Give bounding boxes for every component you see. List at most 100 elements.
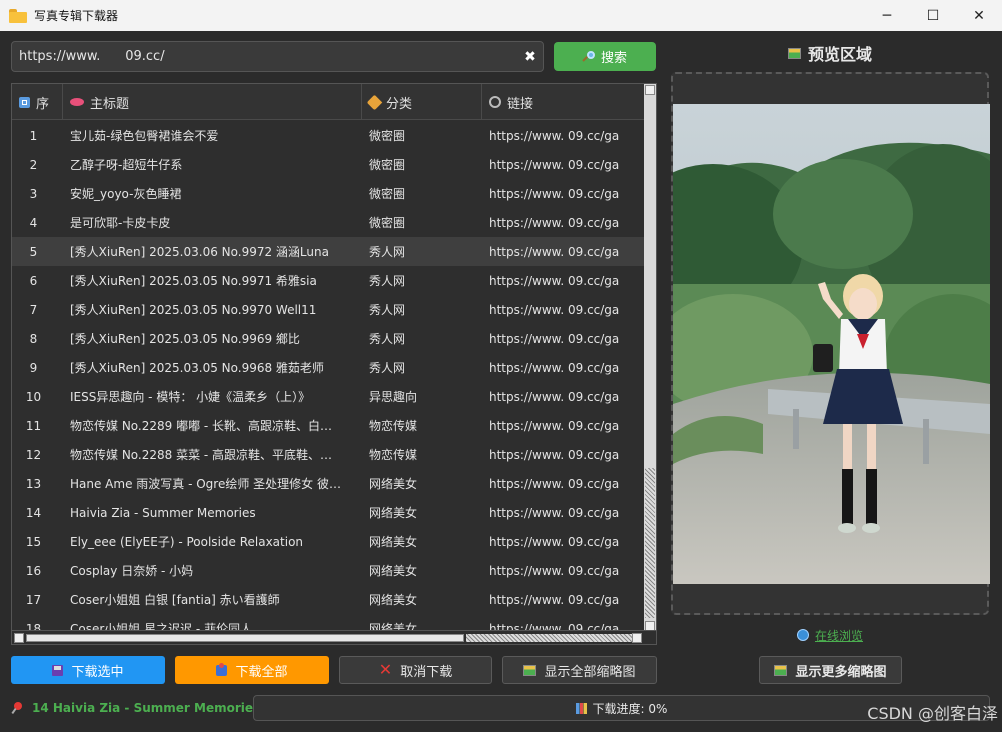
maximize-button[interactable]: ☐ [910, 0, 956, 31]
row-category: 网络美女 [369, 535, 418, 549]
picture-icon [787, 47, 801, 59]
row-title: Coser小姐姐 白银 [fantia] 赤い看護師 [70, 593, 280, 607]
table-row[interactable]: 15 Ely_eee (ElyEE子) - Poolside Relaxation… [12, 527, 644, 556]
table-body: 1 宝儿茹-绿色包臀裙谁会不爱 微密圈 https://www. 09.cc/ga 2 乙… [12, 121, 644, 631]
row-category: 网络美女 [369, 506, 418, 520]
column-header-title[interactable]: 主标题 [63, 84, 362, 120]
horizontal-scrollbar[interactable] [12, 630, 656, 644]
row-category: 网络美女 [369, 593, 418, 607]
vertical-scroll-thumb[interactable] [645, 468, 655, 618]
row-number: 1 [29, 128, 38, 143]
cancel-download-button[interactable]: ✕ 取消下载 [339, 656, 492, 684]
cross-icon: ✕ [378, 660, 393, 679]
table-row[interactable]: 17 Coser小姐姐 白银 [fantia] 赤い看護師 网络美女 https://… [12, 585, 644, 614]
row-link: https://www. 09.cc/ga [489, 418, 620, 433]
table-row[interactable]: 5 [秀人XiuRen] 2025.03.06 No.9972 涵涵Luna 秀人网… [12, 237, 644, 266]
preview-title: 预览区域 [671, 40, 989, 66]
link-icon [489, 96, 501, 108]
horizontal-scroll-thumb[interactable] [26, 634, 464, 642]
table-row[interactable]: 6 [秀人XiuRen] 2025.03.05 No.9971 希雅sia 秀人网 h… [12, 266, 644, 295]
minimize-button[interactable]: ─ [864, 0, 910, 31]
row-link: https://www. 09.cc/ga [489, 447, 620, 462]
row-number: 8 [29, 331, 38, 346]
row-link: https://www. 09.cc/ga [489, 186, 620, 201]
row-title: [秀人XiuRen] 2025.03.06 No.9972 涵涵Luna [70, 245, 329, 259]
show-all-thumbnails-button[interactable]: 显示全部缩略图 [502, 656, 657, 684]
window-controls: ─ ☐ ✕ [864, 0, 1002, 31]
row-title: 乙醇子呀-超短牛仔系 [70, 158, 183, 172]
row-category: 秀人网 [369, 332, 406, 346]
picture-icon [774, 664, 788, 676]
row-link: https://www. 09.cc/ga [489, 302, 620, 317]
table-row[interactable]: 7 [秀人XiuRen] 2025.03.05 No.9970 Well11 秀人网… [12, 295, 644, 324]
row-category: 网络美女 [369, 564, 418, 578]
row-category: 微密圈 [369, 129, 406, 143]
table-row[interactable]: 3 安妮_yoyo-灰色睡裙 微密圈 https://www. 09.cc/ga [12, 179, 644, 208]
table-row[interactable]: 1 宝儿茹-绿色包臀裙谁会不爱 微密圈 https://www. 09.cc/ga [12, 121, 644, 150]
row-link: https://www. 09.cc/ga [489, 476, 620, 491]
floppy-icon [52, 664, 64, 676]
scroll-up-arrow-icon[interactable] [645, 85, 655, 95]
column-header-link[interactable]: 链接 [482, 84, 644, 120]
row-number: 3 [29, 186, 38, 201]
table-row[interactable]: 11 物恋传媒 No.2289 嘟嘟 - 长靴、高跟凉鞋、白… 物恋传媒 https:… [12, 411, 644, 440]
row-number: 15 [25, 534, 42, 549]
table-row[interactable]: 14 Haivia Zia - Summer Memories 网络美女 https:… [12, 498, 644, 527]
row-category: 异思趣向 [369, 390, 418, 404]
table-row[interactable]: 18 Coser小姐姐 星之迟迟 - 菲伦同人 网络美女 https://www. 0… [12, 614, 644, 632]
picture-icon [523, 664, 537, 676]
row-category: 微密圈 [369, 216, 406, 230]
column-header-number[interactable]: 序 [12, 84, 63, 120]
column-header-category[interactable]: 分类 [362, 84, 482, 120]
row-link: https://www. 09.cc/ga [489, 563, 620, 578]
close-button[interactable]: ✕ [956, 0, 1002, 31]
row-number: 12 [25, 447, 42, 462]
globe-icon [796, 629, 809, 641]
row-title: Hane Ame 雨波写真 - Ogre绘师 圣处理修女 彼… [70, 477, 341, 491]
row-link: https://www. 09.cc/ga [489, 331, 620, 346]
vertical-scrollbar[interactable] [644, 84, 656, 632]
lips-icon [70, 98, 84, 106]
table-header: 序 主标题 分类 链接 [12, 84, 644, 120]
download-all-label: 下载全部 [235, 664, 288, 680]
row-category: 微密圈 [369, 158, 406, 172]
table-row[interactable]: 9 [秀人XiuRen] 2025.03.05 No.9968 雅茹老师 秀人网 ht… [12, 353, 644, 382]
table-row[interactable]: 4 是可欣耶-卡皮卡皮 微密圈 https://www. 09.cc/ga [12, 208, 644, 237]
show-all-thumbnails-label: 显示全部缩略图 [544, 664, 636, 680]
row-title: 物恋传媒 No.2288 菜菜 - 高跟凉鞋、平底鞋、… [70, 448, 333, 462]
row-category: 秀人网 [369, 245, 406, 259]
column-label: 序 [36, 96, 50, 112]
row-title: 物恋传媒 No.2289 嘟嘟 - 长靴、高跟凉鞋、白… [70, 419, 333, 433]
download-selected-button[interactable]: 下载选中 [11, 656, 165, 684]
table-row[interactable]: 16 Cosplay 日奈娇 - 小妈 网络美女 https://www. 09.cc… [12, 556, 644, 585]
preview-image[interactable] [673, 104, 990, 584]
download-selected-label: 下载选中 [71, 664, 124, 680]
progress-text: 下载进度: 0% [592, 701, 668, 716]
url-input[interactable] [12, 49, 517, 64]
clear-icon[interactable]: ✖ [517, 49, 543, 65]
show-more-thumbnails-button[interactable]: 显示更多缩略图 [759, 656, 902, 684]
horizontal-scroll-track[interactable] [466, 634, 632, 642]
row-category: 秀人网 [369, 303, 406, 317]
row-category: 微密圈 [369, 187, 406, 201]
scroll-left-arrow-icon[interactable] [14, 633, 24, 643]
album-table: 序 主标题 分类 链接 1 宝儿茹-绿色包臀裙谁会不爱 微密圈 https://www… [11, 83, 657, 645]
title-bar: 写真专辑下载器 ─ ☐ ✕ [0, 0, 1002, 31]
row-category: 秀人网 [369, 361, 406, 375]
online-browse-link[interactable]: 在线浏览 [671, 626, 989, 644]
download-all-button[interactable]: 下载全部 [175, 656, 329, 684]
row-category: 物恋传媒 [369, 419, 418, 433]
row-number: 11 [25, 418, 42, 433]
current-item-text: 14 Haivia Zia - Summer Memories [32, 701, 261, 715]
search-button[interactable]: 搜索 [554, 42, 656, 71]
scroll-right-arrow-icon[interactable] [632, 633, 642, 643]
row-link: https://www. 09.cc/ga [489, 360, 620, 375]
table-row[interactable]: 12 物恋传媒 No.2288 菜菜 - 高跟凉鞋、平底鞋、… 物恋传媒 https:… [12, 440, 644, 469]
table-row[interactable]: 10 IESS异思趣向 - 模特： 小婕《温柔乡（上）》 异思趣向 https://w… [12, 382, 644, 411]
search-button-label: 搜索 [600, 51, 627, 66]
row-category: 网络美女 [369, 477, 418, 491]
row-number: 7 [29, 302, 38, 317]
table-row[interactable]: 8 [秀人XiuRen] 2025.03.05 No.9969 鄉比 秀人网 http… [12, 324, 644, 353]
table-row[interactable]: 2 乙醇子呀-超短牛仔系 微密圈 https://www. 09.cc/ga [12, 150, 644, 179]
table-row[interactable]: 13 Hane Ame 雨波写真 - Ogre绘师 圣处理修女 彼… 网络美女 htt… [12, 469, 644, 498]
